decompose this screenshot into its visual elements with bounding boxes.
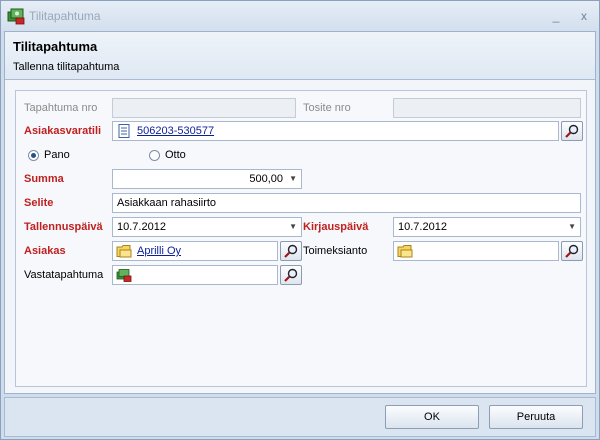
asiakas-label: Asiakas <box>24 245 66 257</box>
search-icon <box>284 268 298 282</box>
asiakasvaratili-link[interactable]: 506203-530577 <box>137 122 214 140</box>
selite-field[interactable]: Asiakkaan rahasiirto <box>112 193 581 213</box>
selite-label: Selite <box>24 197 54 209</box>
minimize-button[interactable]: _ <box>549 9 563 23</box>
pano-radio[interactable] <box>28 150 39 161</box>
toimeksianto-field[interactable] <box>393 241 559 261</box>
ok-button[interactable]: OK <box>385 405 479 429</box>
asiakas-link[interactable]: Aprilli Oy <box>137 242 181 260</box>
header-subtitle: Tallenna tilitapahtuma <box>13 61 120 73</box>
asiakas-search-button[interactable] <box>280 241 302 261</box>
otto-radio[interactable] <box>149 150 160 161</box>
transaction-form: Tapahtuma nro Tosite nro Asiakasvaratili… <box>15 90 587 387</box>
button-bar: OK Peruuta <box>4 397 596 437</box>
chevron-down-icon[interactable]: ▼ <box>289 170 297 188</box>
vastatapahtuma-field[interactable] <box>112 265 278 285</box>
tapahtuma-nro-field <box>112 98 296 118</box>
asiakasvaratili-field[interactable]: 506203-530577 <box>112 121 559 141</box>
vastatapahtuma-search-button[interactable] <box>280 265 302 285</box>
asiakas-field[interactable]: Aprilli Oy <box>112 241 278 261</box>
summa-label: Summa <box>24 173 64 185</box>
asiakasvaratili-search-button[interactable] <box>561 121 583 141</box>
app-money-icon <box>7 8 25 25</box>
summa-field[interactable]: 500,00 ▼ <box>112 169 302 189</box>
tapahtuma-nro-label: Tapahtuma nro <box>24 102 98 114</box>
toimeksianto-label: Toimeksianto <box>303 245 368 257</box>
vastatapahtuma-label: Vastatapahtuma <box>24 269 104 281</box>
document-list-icon <box>118 124 130 138</box>
close-button[interactable]: x <box>577 9 591 23</box>
otto-label[interactable]: Otto <box>165 149 186 161</box>
folder-icon <box>397 245 413 258</box>
summa-value: 500,00 <box>249 173 283 185</box>
radio-selected-dot <box>31 153 36 158</box>
cancel-button[interactable]: Peruuta <box>489 405 583 429</box>
search-icon <box>565 244 579 258</box>
tallennuspaiva-value: 10.7.2012 <box>117 221 166 233</box>
toimeksianto-search-button[interactable] <box>561 241 583 261</box>
chevron-down-icon[interactable]: ▼ <box>568 218 576 236</box>
header-title: Tilitapahtuma <box>13 39 98 54</box>
money-icon <box>116 269 132 282</box>
tallennuspaiva-field[interactable]: 10.7.2012 ▼ <box>112 217 302 237</box>
tosite-nro-field <box>393 98 581 118</box>
pano-label[interactable]: Pano <box>44 149 70 161</box>
dialog-header: Tilitapahtuma Tallenna tilitapahtuma <box>5 32 595 80</box>
kirjauspaiva-value: 10.7.2012 <box>398 221 447 233</box>
asiakasvaratili-label: Asiakasvaratili <box>24 125 102 137</box>
search-icon <box>565 124 579 138</box>
tosite-nro-label: Tosite nro <box>303 102 351 114</box>
window-title: Tilitapahtuma <box>29 9 101 23</box>
kirjauspaiva-field[interactable]: 10.7.2012 ▼ <box>393 217 581 237</box>
dialog-window: Tilitapahtuma _ x Tilitapahtuma Tallenna… <box>0 0 600 440</box>
content-panel: Tilitapahtuma Tallenna tilitapahtuma Tap… <box>4 31 596 394</box>
folder-icon <box>116 245 132 258</box>
title-bar[interactable]: Tilitapahtuma _ x <box>1 1 599 31</box>
chevron-down-icon[interactable]: ▼ <box>289 218 297 236</box>
search-icon <box>284 244 298 258</box>
kirjauspaiva-label: Kirjauspäivä <box>303 221 369 233</box>
tallennuspaiva-label: Tallennuspäivä <box>24 221 103 233</box>
